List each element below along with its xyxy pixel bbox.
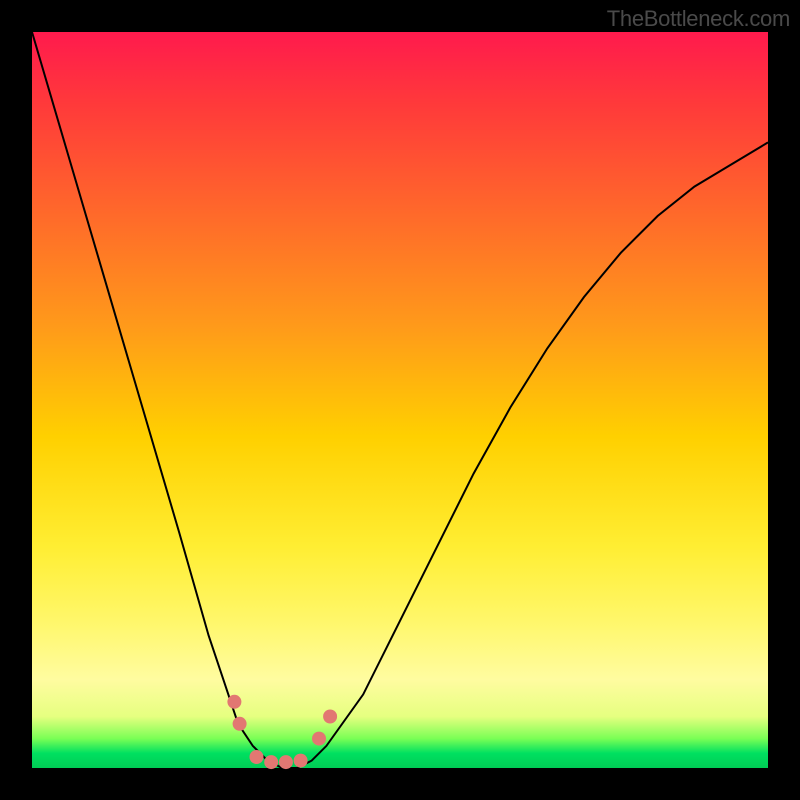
marker-dot: [264, 755, 278, 769]
plot-area: [32, 32, 768, 768]
marker-dot: [227, 695, 241, 709]
marker-dot: [250, 750, 264, 764]
marker-dot: [279, 755, 293, 769]
chart-frame: TheBottleneck.com: [0, 0, 800, 800]
marker-dot: [312, 732, 326, 746]
marker-dot: [323, 710, 337, 724]
marker-dot: [294, 754, 308, 768]
curve-line: [32, 32, 768, 768]
watermark-brand: TheBottleneck.com: [607, 6, 790, 32]
bottleneck-curve-chart: [32, 32, 768, 768]
marker-dot: [233, 717, 247, 731]
